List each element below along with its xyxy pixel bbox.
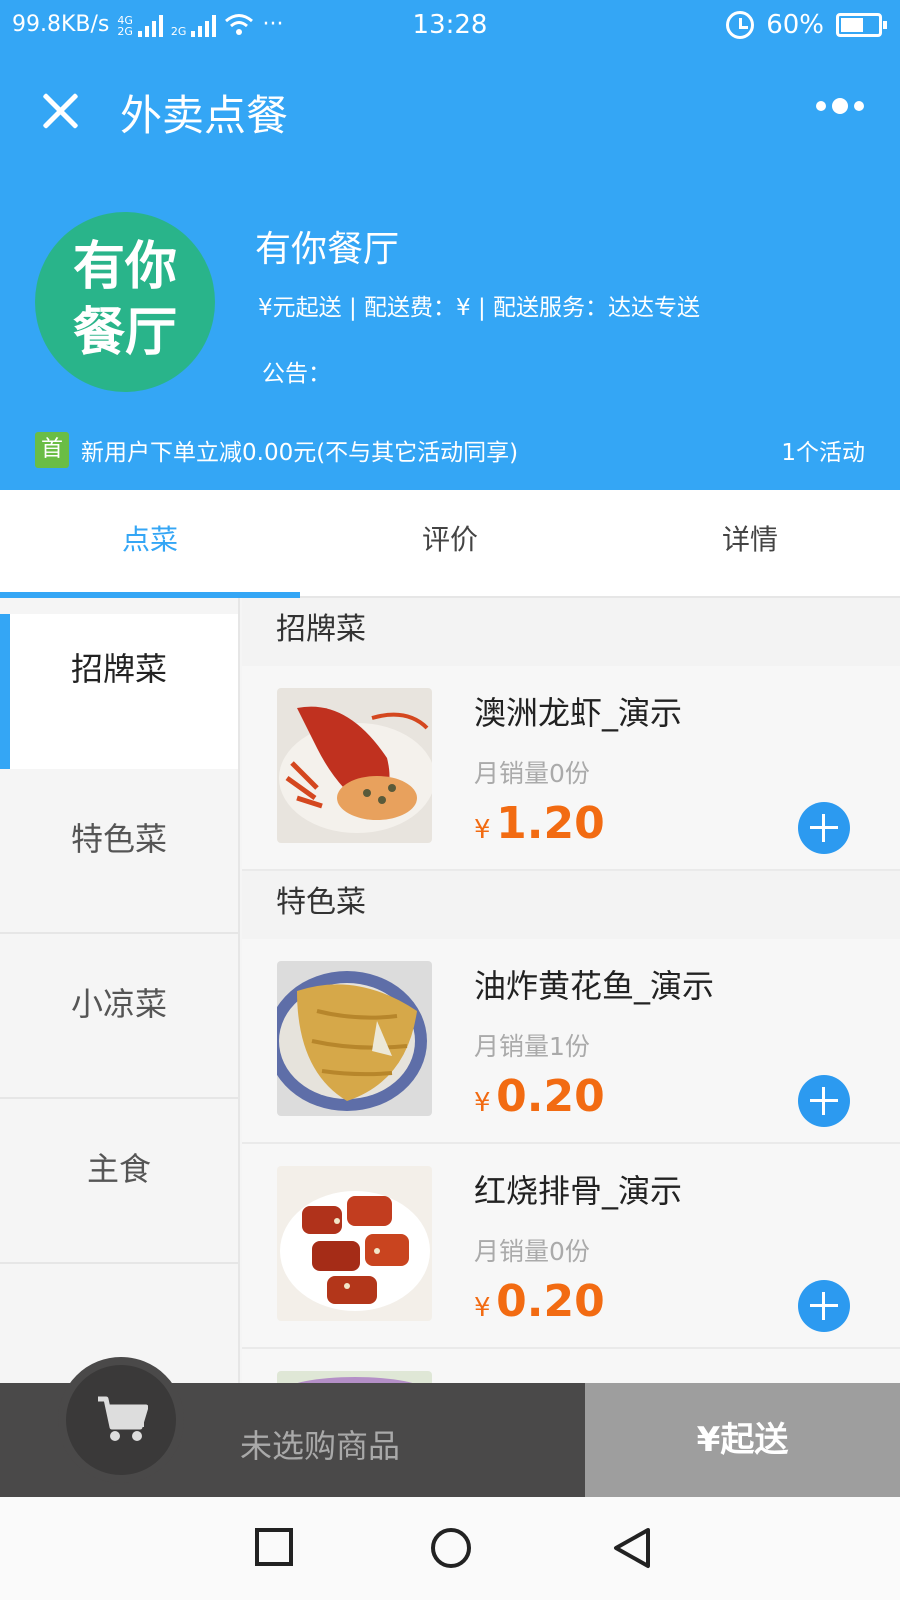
price-value: 1.20 — [496, 798, 605, 849]
more-options-icon[interactable] — [816, 98, 864, 114]
system-nav-bar — [0, 1497, 900, 1600]
dish-image-lobster[interactable] — [277, 688, 432, 843]
shop-name: 有你餐厅 — [255, 229, 400, 270]
add-to-cart-button[interactable] — [798, 802, 850, 854]
promo-text: 新用户下单立减0.00元(不与其它活动同享) — [81, 440, 519, 466]
cart-empty-text: 未选购商品 — [240, 1427, 401, 1465]
cart-button[interactable] — [58, 1357, 184, 1483]
dish-image-braised-ribs[interactable] — [277, 1166, 432, 1321]
category-specialty[interactable]: 特色菜 — [0, 769, 238, 934]
menu-list[interactable]: 招牌菜 澳洲龙虾_演示 月销量0份 ¥ 1.20 特色菜 油炸黄花鱼_演示 月销… — [242, 598, 900, 1383]
add-to-cart-button[interactable] — [798, 1075, 850, 1127]
close-icon[interactable] — [36, 86, 86, 136]
dish-name: 红烧排骨_演示 — [474, 1172, 683, 1210]
tab-reviews[interactable]: 评价 — [300, 490, 600, 596]
tab-order[interactable]: 点菜 — [0, 490, 300, 598]
price-value: 0.20 — [496, 1276, 605, 1327]
section-title: 招牌菜 — [242, 598, 900, 666]
shop-notice: 公告： — [262, 361, 331, 387]
shop-header: 外卖点餐 有你 餐厅 有你餐厅 ¥元起送 | 配送费：¥ | 配送服务：达达专送… — [0, 52, 900, 490]
tab-bar: 点菜 评价 详情 — [0, 490, 900, 598]
category-staple[interactable]: 主食 — [0, 1099, 238, 1264]
price-value: 0.20 — [496, 1071, 605, 1122]
promo-count[interactable]: 1个活动 — [781, 433, 865, 467]
add-to-cart-button[interactable] — [798, 1280, 850, 1332]
dish-price: ¥ 0.20 — [474, 1276, 605, 1327]
page-title: 外卖点餐 — [120, 91, 289, 140]
price-currency: ¥ — [474, 1088, 491, 1118]
battery-icon — [836, 13, 887, 37]
dish-item[interactable]: 红烧排骨_演示 月销量0份 ¥ 0.20 — [242, 1144, 900, 1349]
dish-item[interactable]: 澳洲龙虾_演示 月销量0份 ¥ 1.20 — [242, 666, 900, 871]
promo-badge: 首 — [35, 432, 69, 468]
section-title: 特色菜 — [242, 871, 900, 939]
tab-details[interactable]: 详情 — [600, 490, 900, 596]
back-icon[interactable] — [612, 1527, 652, 1569]
shopping-cart-icon — [98, 1396, 148, 1441]
battery-fill — [841, 18, 863, 32]
logo-line1: 有你 — [72, 237, 177, 297]
dish-monthly-sales: 月销量0份 — [474, 1237, 590, 1266]
dish-price: ¥ 0.20 — [474, 1071, 605, 1122]
dish-image-fried-fish[interactable] — [277, 961, 432, 1116]
cart-bar: 未选购商品 ¥起送 — [0, 1357, 900, 1497]
home-icon[interactable] — [430, 1527, 472, 1569]
alarm-icon — [726, 11, 755, 39]
dish-monthly-sales: 月销量1份 — [474, 1032, 590, 1061]
category-cold-dishes[interactable]: 小凉菜 — [0, 934, 238, 1099]
recent-apps-icon[interactable] — [254, 1527, 294, 1567]
promotion-bar[interactable]: 首 新用户下单立减0.00元(不与其它活动同享) 1个活动 — [35, 430, 865, 470]
category-sidebar: 招牌菜 特色菜 小凉菜 主食 — [0, 598, 240, 1383]
dish-price: ¥ 1.20 — [474, 798, 605, 849]
shop-delivery-info: ¥元起送 | 配送费：¥ | 配送服务：达达专送 — [258, 295, 701, 321]
battery-percent: 60% — [766, 10, 824, 40]
logo-line2: 餐厅 — [72, 303, 177, 363]
checkout-button[interactable]: ¥起送 — [585, 1383, 900, 1497]
dish-monthly-sales: 月销量0份 — [474, 759, 590, 788]
dish-image-partial[interactable] — [277, 1371, 432, 1383]
dish-name: 油炸黄花鱼_演示 — [474, 967, 715, 1005]
status-bar: 99.8KB/s 4G 2G 2G ··· 13:28 60% — [0, 0, 900, 52]
dish-item-partial[interactable] — [242, 1349, 900, 1383]
price-currency: ¥ — [474, 815, 491, 845]
dish-item[interactable]: 油炸黄花鱼_演示 月销量1份 ¥ 0.20 — [242, 939, 900, 1144]
dish-name: 澳洲龙虾_演示 — [474, 694, 683, 732]
price-currency: ¥ — [474, 1293, 491, 1323]
category-signature[interactable]: 招牌菜 — [0, 614, 238, 769]
shop-logo: 有你 餐厅 — [35, 212, 215, 392]
status-right: 60% — [726, 10, 887, 40]
